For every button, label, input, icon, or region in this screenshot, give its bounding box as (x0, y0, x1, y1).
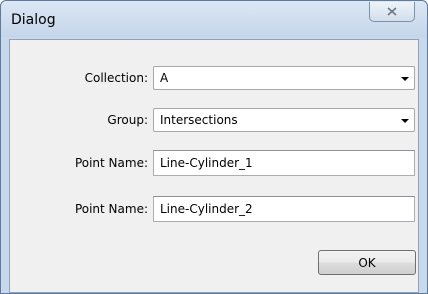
close-button[interactable] (369, 2, 415, 22)
point-name-1-input[interactable]: Line-Cylinder_1 (153, 150, 415, 176)
dialog-window: Dialog Collection: A Group: Intersection… (0, 0, 428, 294)
collection-label: Collection: (84, 71, 148, 85)
chevron-down-icon (401, 77, 409, 81)
collection-dropdown[interactable]: A (153, 66, 415, 90)
dialog-content: Collection: A Group: Intersections Point… (9, 39, 419, 293)
point-name-2-input[interactable]: Line-Cylinder_2 (153, 196, 415, 222)
point-name-1-value: Line-Cylinder_1 (160, 156, 253, 170)
collection-value: A (160, 71, 169, 85)
title-bar[interactable]: Dialog (1, 1, 427, 37)
group-label: Group: (107, 113, 148, 127)
dialog-title: Dialog (11, 12, 56, 28)
ok-button[interactable]: OK (318, 250, 416, 275)
close-x-icon (387, 7, 397, 16)
point-name-2-value: Line-Cylinder_2 (160, 202, 253, 216)
point-name-2-label: Point Name: (74, 202, 148, 216)
chevron-down-icon (401, 119, 409, 123)
group-dropdown[interactable]: Intersections (153, 108, 415, 132)
point-name-1-label: Point Name: (74, 156, 148, 170)
group-value: Intersections (160, 113, 238, 127)
